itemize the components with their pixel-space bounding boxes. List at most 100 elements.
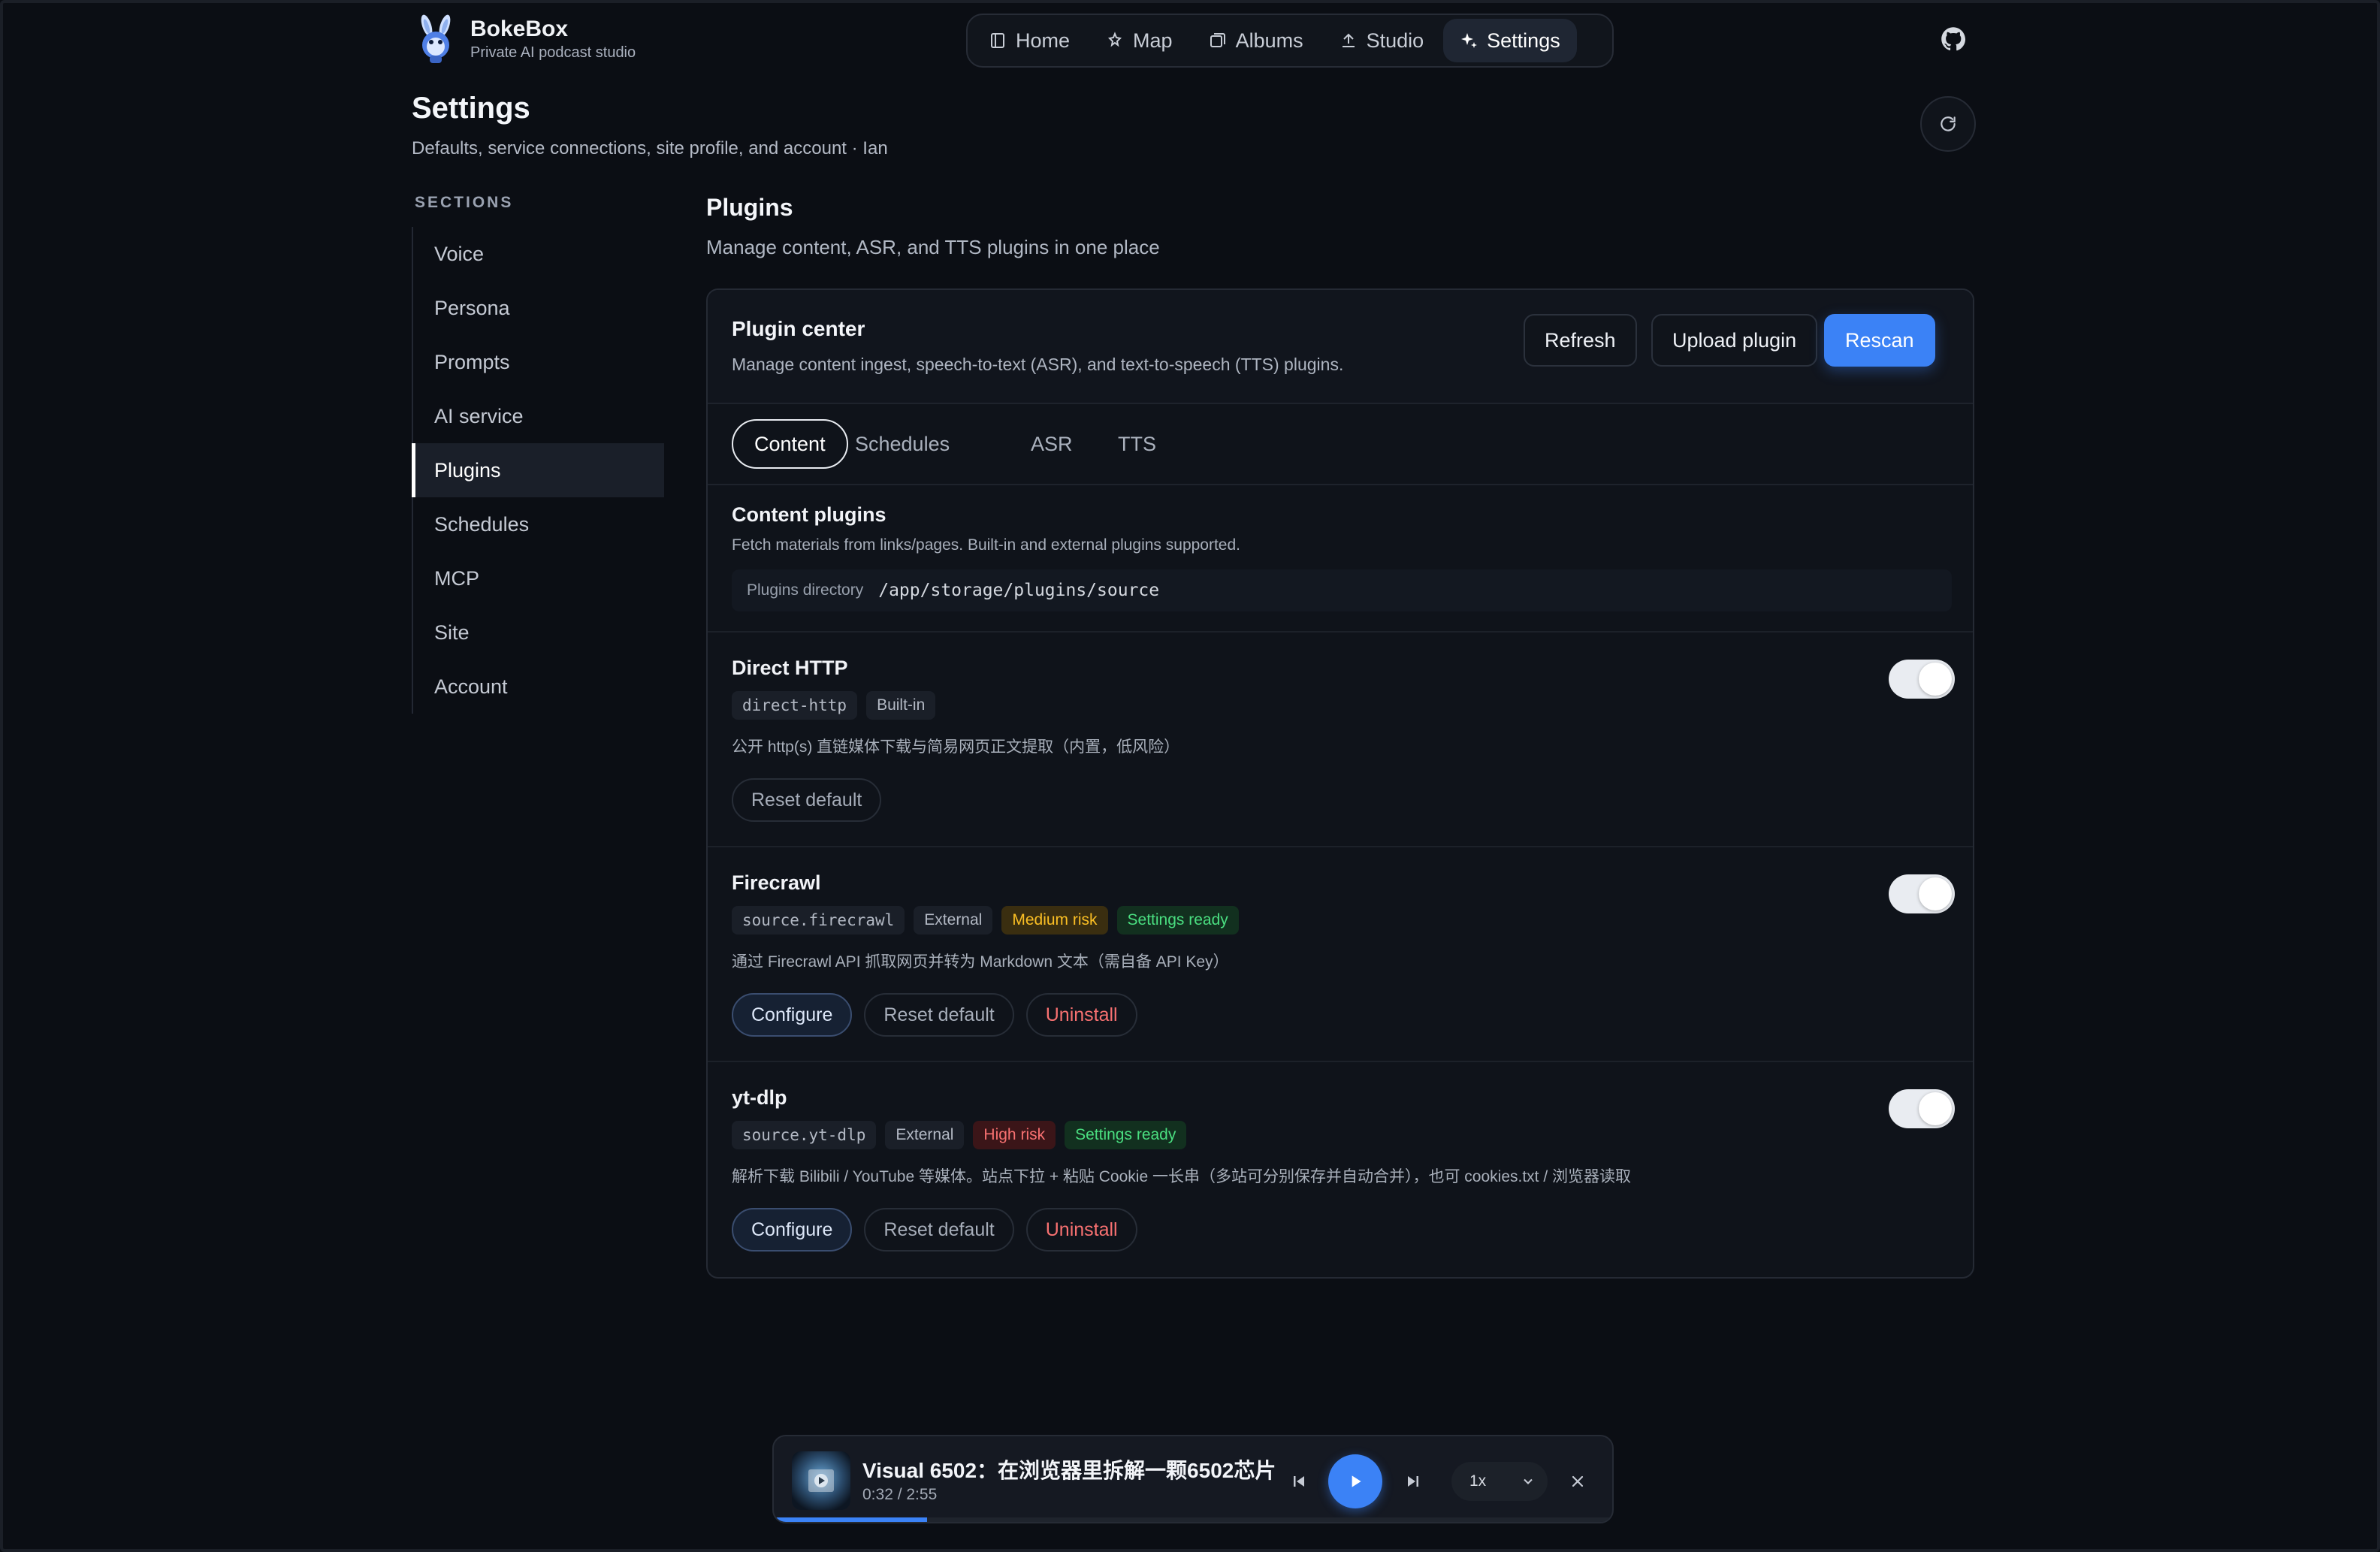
previous-track-icon[interactable] <box>1289 1472 1309 1490</box>
plugins-directory: Plugins directory /app/storage/plugins/s… <box>732 569 1952 611</box>
reload-button[interactable] <box>1920 96 1976 152</box>
refresh-icon <box>1941 116 1956 131</box>
nav-map-label: Map <box>1133 29 1173 52</box>
map-icon <box>1108 32 1122 47</box>
refresh-button[interactable]: Refresh <box>1524 314 1637 367</box>
plugin-row: yt-dlp source.yt-dlp External High risk … <box>708 1062 1973 1277</box>
nav-albums-label: Albums <box>1235 29 1303 52</box>
github-icon[interactable] <box>1940 26 1967 53</box>
plugin-enable-toggle[interactable] <box>1889 1089 1955 1128</box>
plugin-center-header: Plugin center Manage content ingest, spe… <box>708 290 1973 404</box>
tab-tts[interactable]: TTS <box>1097 419 1177 469</box>
plugins-directory-label: Plugins directory <box>747 581 864 599</box>
plugin-kind-tag: External <box>885 1121 965 1149</box>
plugin-id-tag: direct-http <box>732 691 858 720</box>
plugin-tags: source.yt-dlp External High risk Setting… <box>732 1121 1187 1149</box>
sections-label: SECTIONS <box>415 194 514 211</box>
nav-studio[interactable]: Studio <box>1323 19 1441 62</box>
risk-badge: High risk <box>973 1121 1056 1149</box>
nav-home[interactable]: Home <box>972 19 1086 62</box>
playback-speed-select[interactable]: 1x <box>1451 1462 1548 1501</box>
cover-art-icon <box>792 1451 850 1510</box>
track-cover-image[interactable] <box>792 1451 850 1510</box>
brand[interactable]: BokeBox Private AI podcast studio <box>413 14 636 65</box>
sidebar-item-mcp[interactable]: MCP <box>413 551 664 605</box>
toggle-knob <box>1919 1092 1952 1125</box>
brand-name: BokeBox <box>470 17 569 41</box>
plugin-name: Direct HTTP <box>732 657 848 679</box>
plugin-row: Direct HTTP direct-http Built-in 公开 http… <box>708 633 1973 847</box>
sidebar-item-persona[interactable]: Persona <box>413 281 664 335</box>
playback-progress-bar[interactable] <box>774 1517 1612 1522</box>
main-nav: Home Map Albums Studio Settings <box>966 14 1614 68</box>
tab-content[interactable]: Content <box>732 419 848 469</box>
brand-tagline: Private AI podcast studio <box>470 44 636 61</box>
rescan-button[interactable]: Rescan <box>1824 314 1935 367</box>
plugin-center-card: Plugin center Manage content ingest, spe… <box>706 288 1974 1279</box>
upload-plugin-button[interactable]: Upload plugin <box>1651 314 1818 367</box>
nav-map[interactable]: Map <box>1089 19 1189 62</box>
plugin-kind-tag: Built-in <box>866 691 936 720</box>
uninstall-button[interactable]: Uninstall <box>1025 993 1137 1037</box>
toggle-knob <box>1919 663 1952 696</box>
content-plugins-description: Fetch materials from links/pages. Built-… <box>732 536 1241 554</box>
plugin-center-description: Manage content ingest, speech-to-text (A… <box>732 355 1344 374</box>
home-icon <box>991 33 1004 48</box>
tab-asr[interactable]: ASR <box>1010 419 1094 469</box>
configure-button[interactable]: Configure <box>732 993 853 1037</box>
plugin-description: 通过 Firecrawl API 抓取网页并转为 Markdown 文本（需自备… <box>732 953 1229 971</box>
plugin-actions: Reset default <box>732 778 882 822</box>
playback-progress-fill <box>774 1517 928 1522</box>
reset-default-button[interactable]: Reset default <box>732 778 882 822</box>
plugins-directory-path: /app/storage/plugins/source <box>878 581 1160 600</box>
plugin-description: 解析下载 Bilibili / YouTube 等媒体。站点下拉 + 粘贴 Co… <box>732 1168 1632 1185</box>
nav-settings-label: Settings <box>1487 29 1560 52</box>
nav-settings[interactable]: Settings <box>1443 19 1577 62</box>
sidebar-item-prompts[interactable]: Prompts <box>413 335 664 389</box>
nav-home-label: Home <box>1016 29 1071 52</box>
plugin-enable-toggle[interactable] <box>1889 874 1955 913</box>
nav-albums[interactable]: Albums <box>1192 19 1320 62</box>
plugin-tags: source.firecrawl External Medium risk Se… <box>732 906 1239 935</box>
sidebar-item-account[interactable]: Account <box>413 660 664 714</box>
next-track-icon[interactable] <box>1403 1472 1423 1490</box>
playback-speed-value: 1x <box>1469 1472 1487 1490</box>
configure-button[interactable]: Configure <box>732 1208 853 1252</box>
section-subtitle: Manage content, ASR, and TTS plugins in … <box>706 236 1160 258</box>
track-title: Visual 6502：在浏览器里拆解一颗6502芯片 <box>862 1459 1276 1482</box>
sparkle-icon <box>1461 33 1478 48</box>
play-button[interactable] <box>1328 1454 1382 1508</box>
toggle-knob <box>1919 877 1952 910</box>
plugin-actions: Configure Reset default Uninstall <box>732 993 1137 1037</box>
sidebar-item-ai-service[interactable]: AI service <box>413 389 664 443</box>
sidebar-nav: Voice Persona Prompts AI service Plugins… <box>412 227 664 714</box>
plugin-center-title: Plugin center <box>732 317 865 340</box>
section-title: Plugins <box>706 194 793 221</box>
tab-schedules[interactable]: Schedules <box>834 419 971 469</box>
close-icon[interactable] <box>1569 1472 1587 1490</box>
sidebar-item-site[interactable]: Site <box>413 605 664 660</box>
nav-studio-label: Studio <box>1366 29 1424 52</box>
content-plugins-title: Content plugins <box>732 503 886 526</box>
chevron-down-icon <box>1524 1478 1533 1484</box>
plugin-tabs: Content Schedules ASR TTS <box>708 404 1973 485</box>
status-badge: Settings ready <box>1116 906 1239 935</box>
plugin-tags: direct-http Built-in <box>732 691 936 720</box>
reset-default-button[interactable]: Reset default <box>864 993 1014 1037</box>
uninstall-button[interactable]: Uninstall <box>1025 1208 1137 1252</box>
plugin-actions: Configure Reset default Uninstall <box>732 1208 1137 1252</box>
reset-default-button[interactable]: Reset default <box>864 1208 1014 1252</box>
albums-icon <box>1210 33 1225 47</box>
plugin-name: yt-dlp <box>732 1086 787 1109</box>
plugin-enable-toggle[interactable] <box>1889 660 1955 699</box>
upload-icon <box>1342 33 1355 47</box>
plugin-name: Firecrawl <box>732 871 821 894</box>
top-bar: BokeBox Private AI podcast studio Home M… <box>3 3 2380 78</box>
sidebar-item-schedules[interactable]: Schedules <box>413 497 664 551</box>
bunny-logo-icon <box>421 14 451 63</box>
sidebar-item-plugins[interactable]: Plugins <box>412 443 664 497</box>
sidebar-item-voice[interactable]: Voice <box>413 227 664 281</box>
plugin-description: 公开 http(s) 直链媒体下载与简易网页正文提取（内置，低风险） <box>732 738 1180 756</box>
page-subtitle: Defaults, service connections, site prof… <box>412 138 888 159</box>
content-plugins-section: Content plugins Fetch materials from lin… <box>708 485 1973 633</box>
